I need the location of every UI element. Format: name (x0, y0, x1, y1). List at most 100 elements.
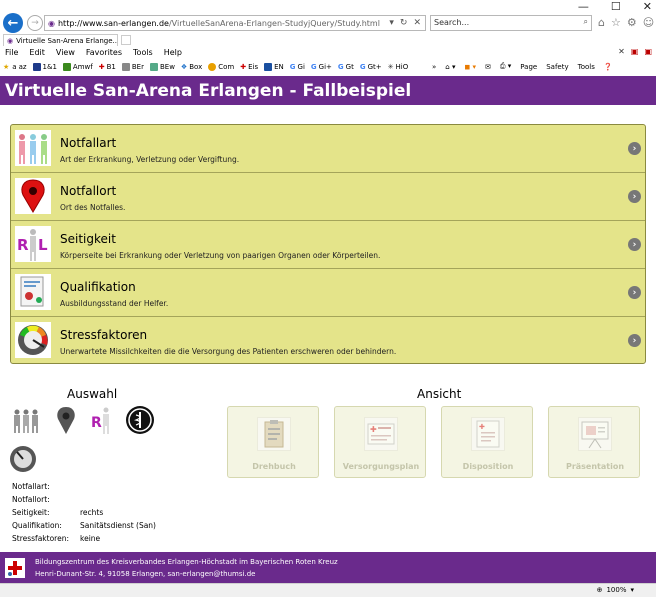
fav-item[interactable]: ✚ B1 (99, 63, 116, 71)
menu-file[interactable]: File (5, 48, 18, 57)
google-icon: G (289, 62, 296, 71)
address-row: ← → ◉ http://www.san-erlangen.de/Virtuel… (0, 12, 656, 34)
view-disposition-button[interactable]: ✚ Disposition (441, 406, 533, 478)
cmd-page[interactable]: Page (520, 63, 537, 71)
help-icon[interactable]: ❓ (604, 63, 613, 71)
ansicht-title: Ansicht (417, 387, 462, 401)
menu-tools[interactable]: Tools (133, 48, 153, 57)
search-input[interactable]: Search... ⌕ (430, 15, 592, 31)
close-icon[interactable]: ✕ (618, 47, 625, 56)
plus-icon: ✚ (240, 62, 247, 71)
command-bar: » ⌂ ▾ ◼ ▾ ✉ ⎙ ▾ Page Safety Tools ❓ (432, 59, 613, 74)
fav-item[interactable]: ❖ Box (181, 63, 202, 71)
tab-active[interactable]: ◉ Virtuelle San-Arena Erlange... ✕ (3, 34, 118, 46)
menu-edit[interactable]: Edit (29, 48, 45, 57)
cmd-safety[interactable]: Safety (546, 63, 568, 71)
fav-item[interactable]: BEr (121, 62, 144, 71)
dropdown-icon[interactable]: ▾ (389, 18, 394, 28)
selection-icons: R (8, 405, 161, 475)
zoom-control[interactable]: ⊕ 100% ▾ (597, 586, 634, 594)
forward-button[interactable]: → (27, 15, 43, 31)
item-desc: Unerwartete Missilchkeiten die die Verso… (60, 347, 397, 356)
view-praesentation-button[interactable]: Präsentation (548, 406, 640, 478)
back-button[interactable]: ← (3, 13, 23, 33)
address-bar[interactable]: ◉ http://www.san-erlangen.de/VirtuelleSa… (44, 15, 426, 31)
site-icon: ◉ (48, 18, 55, 28)
info-row: Qualifikation: Sanitätsdienst (San) (12, 521, 156, 530)
gear-icon[interactable]: ⚙ (627, 16, 637, 29)
fav-item[interactable]: BEw (149, 62, 175, 71)
fav-item[interactable]: Amwf (62, 62, 93, 71)
clipboard-icon (257, 417, 291, 451)
close-icon[interactable]: ✕ (413, 18, 421, 28)
mail-icon[interactable]: ✉ (485, 63, 491, 71)
menu-item-notfallort[interactable]: Notfallort Ort des Notfalles. › (11, 173, 645, 221)
google-icon: G (359, 62, 366, 71)
chevron-right-icon[interactable]: › (628, 190, 641, 203)
gauge-icon[interactable] (8, 444, 38, 474)
body-right-icon[interactable]: R (88, 405, 118, 435)
menu-favorites[interactable]: Favorites (86, 48, 122, 57)
pdf-icon[interactable]: ▣ (631, 47, 639, 56)
view-drehbuch-button[interactable]: Drehbuch (227, 406, 319, 478)
item-title: Seitigkeit (60, 232, 116, 246)
item-desc: Art der Erkrankung, Verletzung oder Verg… (60, 155, 240, 164)
home-icon[interactable]: ⌂ ▾ (445, 63, 455, 71)
item-title: Notfallart (60, 136, 117, 150)
view-versorgungsplan-button[interactable]: ✚ Versorgungsplan (334, 406, 426, 478)
fav-item[interactable]: EN (264, 62, 284, 71)
fav-item[interactable]: az (19, 63, 27, 71)
medical-emblem-icon[interactable] (125, 405, 155, 435)
chevron-right-icon[interactable]: › (628, 286, 641, 299)
view-label: Präsentation (565, 462, 625, 471)
menu-view[interactable]: View (56, 48, 75, 57)
menu-item-qualifikation[interactable]: Qualifikation Ausbildungsstand der Helfe… (11, 269, 645, 317)
plus-icon: ✚ (98, 62, 105, 71)
fav-item[interactable]: ✳ HiO (388, 63, 409, 71)
amazon-icon: a (12, 62, 17, 71)
search-icon[interactable]: ⌕ (584, 17, 588, 27)
more-favorites-icon[interactable]: » (432, 63, 436, 71)
fav-item[interactable]: Com (208, 62, 234, 71)
presentation-board-icon (578, 417, 612, 451)
smiley-icon[interactable]: ☺ (643, 16, 654, 29)
url-host: http://www.san-erlangen.de (57, 18, 169, 28)
menu-item-notfallart[interactable]: Notfallart Art der Erkrankung, Verletzun… (11, 125, 645, 173)
cmd-tools[interactable]: Tools (578, 63, 595, 71)
fav-item[interactable]: 1&1 (32, 62, 57, 71)
chevron-right-icon[interactable]: › (628, 334, 641, 347)
menu-help[interactable]: Help (164, 48, 182, 57)
people-icon[interactable] (11, 405, 41, 435)
fav-item[interactable]: G Gi+ (311, 63, 332, 71)
menu-item-seitigkeit[interactable]: R L Seitigkeit Körperseite bei Erkrankun… (11, 221, 645, 269)
star-icon[interactable]: ★ (3, 63, 9, 71)
fav-item[interactable]: G Gt (338, 63, 354, 71)
menu-bar: File Edit View Favorites Tools Help ✕ ▣ … (0, 46, 656, 59)
fav-item[interactable]: G Gt+ (360, 63, 382, 71)
chevron-right-icon[interactable]: › (628, 142, 641, 155)
new-tab-button[interactable] (121, 35, 131, 45)
chevron-right-icon[interactable]: › (628, 238, 641, 251)
refresh-icon[interactable]: ↻ (400, 18, 408, 28)
menu-item-stressfaktoren[interactable]: Stressfaktoren Unerwartete Missilchkeite… (11, 317, 645, 363)
fav-item[interactable]: ✚ Eis (240, 63, 258, 71)
svg-text:L: L (38, 236, 48, 254)
bookmark-icon (62, 62, 71, 71)
search-placeholder: Search... (434, 18, 470, 27)
fav-item[interactable]: G Gi (290, 63, 305, 71)
info-row: Notfallort: (12, 495, 50, 504)
brk-logo-icon (5, 558, 25, 578)
dropbox-icon: ❖ (180, 62, 188, 71)
browser-nav-icons: ⌂ ☆ ⚙ ☺ (598, 16, 654, 29)
star-icon[interactable]: ☆ (611, 16, 621, 29)
site-icon: ◉ (7, 36, 14, 45)
tab-title: Virtuelle San-Arena Erlange... (16, 36, 118, 45)
map-pin-icon[interactable] (51, 405, 81, 435)
home-icon[interactable]: ⌂ (598, 16, 605, 29)
google-icon: G (310, 62, 317, 71)
map-pin-icon (15, 178, 51, 214)
print-icon[interactable]: ⎙ ▾ (500, 62, 511, 71)
rss-icon[interactable]: ◼ ▾ (464, 63, 476, 71)
bookmark-icon (121, 62, 130, 71)
pdf-icon[interactable]: ▣ (644, 47, 652, 56)
